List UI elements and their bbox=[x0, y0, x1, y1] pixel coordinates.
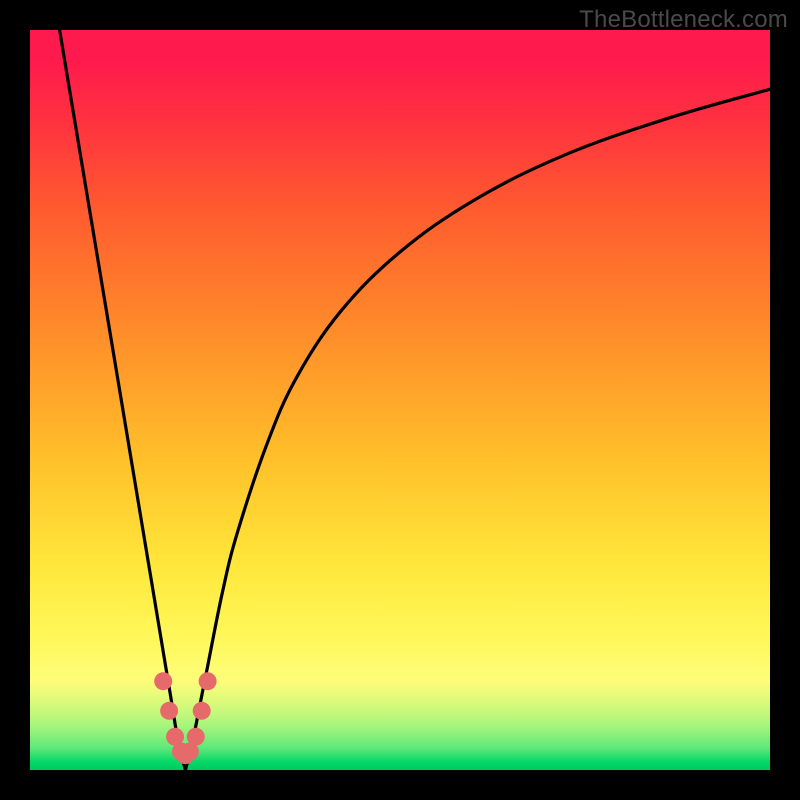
valley-dot bbox=[193, 702, 211, 720]
plot-area bbox=[30, 30, 770, 770]
outer-frame: TheBottleneck.com bbox=[0, 0, 800, 800]
valley-dot bbox=[187, 728, 205, 746]
valley-dot bbox=[199, 672, 217, 690]
curve-right-branch bbox=[185, 89, 770, 770]
watermark-text: TheBottleneck.com bbox=[579, 6, 788, 34]
valley-dot bbox=[160, 702, 178, 720]
valley-dots bbox=[154, 672, 216, 764]
bottleneck-curve bbox=[60, 30, 770, 770]
valley-dot bbox=[154, 672, 172, 690]
curve-left-branch bbox=[60, 30, 186, 770]
curve-layer bbox=[30, 30, 770, 770]
